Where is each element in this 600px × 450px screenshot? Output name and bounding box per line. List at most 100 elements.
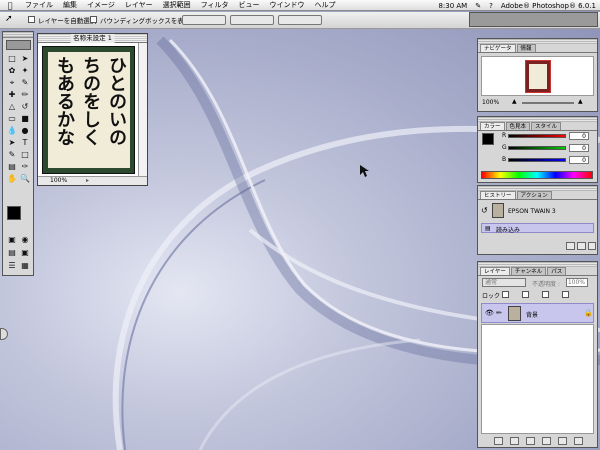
snapshot-name[interactable]: EPSON TWAIN 3 (508, 208, 556, 215)
layers-list-empty-area[interactable] (481, 324, 594, 434)
crop-tool-icon[interactable]: ⌖ (6, 77, 18, 88)
channel-b-value[interactable]: 0 (569, 156, 589, 164)
tab-actions[interactable]: アクション (516, 191, 552, 199)
channel-g-value[interactable]: 0 (569, 144, 589, 152)
stamp-tool-icon[interactable]: △ (6, 101, 18, 112)
channel-r-value[interactable]: 0 (569, 132, 589, 140)
new-snapshot-icon[interactable] (577, 242, 586, 250)
magic-wand-tool-icon[interactable]: ✦ (19, 65, 31, 76)
tab-color[interactable]: カラー (480, 122, 505, 130)
dodge-tool-icon[interactable]: ● (19, 125, 31, 136)
show-bounding-box-checkbox[interactable] (90, 16, 97, 23)
pen-tool-icon[interactable]: ✎ (6, 149, 18, 160)
help-icon[interactable]: ? (485, 2, 497, 10)
tab-info[interactable]: 情報 (516, 44, 536, 52)
adjustment-layer-icon[interactable] (542, 437, 551, 445)
healing-tool-icon[interactable]: ✚ (6, 89, 18, 100)
document-info-arrow-icon[interactable]: ▸ (86, 177, 89, 185)
lock-all-checkbox[interactable] (562, 291, 569, 298)
tab-paths[interactable]: パス (547, 267, 567, 275)
eye-icon[interactable]: 👁 (485, 309, 494, 317)
color-spectrum-bar[interactable] (481, 171, 593, 179)
layer-style-icon[interactable] (494, 437, 503, 445)
brush-tool-icon[interactable]: ✏ (19, 89, 31, 100)
brush-link-icon[interactable]: ✏ (496, 309, 502, 317)
navigator-zoom-slider[interactable] (522, 102, 574, 104)
distribute-buttons[interactable] (230, 15, 274, 25)
lock-image-checkbox[interactable] (522, 291, 529, 298)
menu-help[interactable]: ヘルプ (310, 0, 341, 10)
adobe-online-icon[interactable] (6, 40, 31, 50)
history-brush-tool-icon[interactable]: ↺ (19, 101, 31, 112)
palette-well[interactable] (469, 12, 598, 27)
zoom-tool-icon[interactable]: 🔍 (19, 173, 31, 184)
navigator-preview[interactable] (481, 56, 594, 96)
layer-set-icon[interactable] (526, 437, 535, 445)
tab-history[interactable]: ヒストリー (480, 191, 516, 199)
trash-icon[interactable] (588, 242, 596, 250)
screen-mode-standard-icon[interactable]: ▤ (6, 247, 18, 258)
menu-file[interactable]: ファイル (20, 0, 58, 10)
type-tool-icon[interactable]: T (19, 137, 31, 148)
standard-mode-icon[interactable]: ▣ (6, 234, 18, 245)
tab-styles[interactable]: スタイル (531, 122, 562, 130)
delete-layer-icon[interactable] (574, 437, 583, 445)
document-title-bar[interactable]: 名称未設定 1 (38, 34, 147, 43)
path-select-tool-icon[interactable]: ➤ (6, 137, 18, 148)
opacity-input[interactable]: 100% (566, 278, 588, 287)
toolbox-title-bar[interactable] (3, 32, 33, 38)
lock-position-checkbox[interactable] (542, 291, 549, 298)
channel-b-slider[interactable] (508, 158, 566, 162)
hand-tool-icon[interactable]: ✋ (6, 173, 18, 184)
navigator-zoom[interactable]: 100% (482, 99, 499, 106)
layer-mask-icon[interactable] (510, 437, 519, 445)
menu-view[interactable]: ビュー (234, 0, 265, 10)
move-tool-icon[interactable]: ➤ (19, 53, 31, 64)
tab-swatches[interactable]: 色見本 (505, 122, 531, 130)
menu-window[interactable]: ウインドウ (265, 0, 310, 10)
menubar-clock[interactable]: 8:30 AM (434, 2, 471, 10)
history-state-row[interactable]: ▤ 読み込み (481, 223, 594, 234)
lasso-tool-icon[interactable]: ✿ (6, 65, 18, 76)
slice-tool-icon[interactable]: ✎ (19, 77, 31, 88)
create-document-icon[interactable] (566, 242, 575, 250)
apple-menu-icon[interactable]:  (0, 1, 20, 10)
tab-navigator[interactable]: ナビゲータ (480, 44, 516, 52)
quick-mask-icon[interactable]: ◉ (19, 234, 31, 245)
menu-image[interactable]: イメージ (82, 0, 120, 10)
notes-tool-icon[interactable]: ▤ (6, 161, 18, 172)
jump-to-imageready-icon[interactable]: ☰ (6, 260, 18, 271)
tab-layers[interactable]: レイヤー (480, 267, 510, 275)
channel-g-slider[interactable] (508, 146, 566, 150)
blur-tool-icon[interactable]: 💧 (6, 125, 18, 136)
screen-mode-menu-icon[interactable]: ▦ (19, 260, 31, 271)
menu-filter[interactable]: フィルタ (196, 0, 234, 10)
align-buttons[interactable] (182, 15, 226, 25)
document-zoom[interactable]: 100% (50, 177, 67, 185)
menu-edit[interactable]: 編集 (58, 0, 82, 10)
gradient-tool-icon[interactable]: ■ (19, 113, 31, 124)
menu-select[interactable]: 選択範囲 (158, 0, 196, 10)
screen-mode-full-icon[interactable]: ▣ (19, 247, 31, 258)
history-brush-source-icon[interactable]: ↺ (481, 206, 488, 215)
auto-select-layer-checkbox[interactable] (28, 16, 35, 23)
zoom-out-icon[interactable]: ▲ (512, 98, 517, 105)
new-layer-icon[interactable] (558, 437, 567, 445)
foreground-color-swatch[interactable] (7, 206, 21, 220)
eraser-tool-icon[interactable]: ▭ (6, 113, 18, 124)
blend-mode-select[interactable]: 通常 (482, 278, 526, 287)
app-menu[interactable]: Adobe® Photoshop® 6.0.1 (497, 2, 600, 10)
lock-transparency-checkbox[interactable] (502, 291, 509, 298)
zoom-in-icon[interactable]: ▲ (578, 98, 583, 105)
shape-tool-icon[interactable]: □ (19, 149, 31, 160)
tab-channels[interactable]: チャンネル (510, 267, 547, 275)
vertical-scrollbar[interactable] (138, 43, 147, 178)
channel-r-slider[interactable] (508, 134, 566, 138)
distribute-buttons-2[interactable] (278, 15, 322, 25)
pen-icon[interactable]: ✎ (471, 2, 485, 10)
marquee-tool-icon[interactable]: □ (6, 53, 18, 64)
color-foreground-swatch[interactable] (482, 133, 494, 145)
layer-row-background[interactable]: 👁 ✏ 背景 🔒 (481, 303, 594, 323)
menu-layer[interactable]: レイヤー (120, 0, 158, 10)
eyedropper-tool-icon[interactable]: ✑ (19, 161, 31, 172)
